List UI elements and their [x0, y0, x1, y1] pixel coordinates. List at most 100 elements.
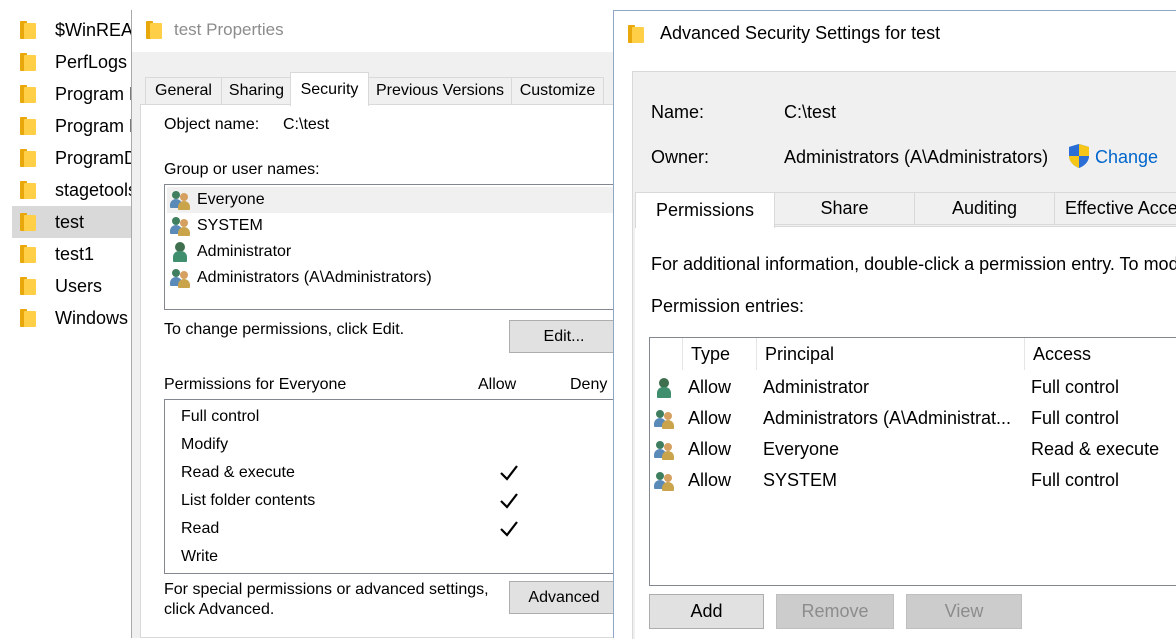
tab-label: Permissions — [655, 200, 755, 220]
permission-entries-list[interactable]: Type Principal Access Allow Administrato… — [649, 337, 1176, 586]
permission-row-write: Write — [181, 543, 611, 571]
nav-item-programdata[interactable]: ProgramData — [12, 142, 135, 174]
tab-auditing[interactable]: Auditing — [914, 192, 1055, 225]
user-row-everyone[interactable]: Everyone — [167, 187, 613, 213]
nav-item-label: stagetools — [55, 179, 135, 200]
user-row-administrators[interactable]: Administrators (A\Administrators) — [167, 265, 613, 291]
entry-principal: Administrators (A\Administrat... — [763, 408, 1012, 428]
edit-button[interactable]: Edit... — [509, 320, 618, 353]
special-permissions-hint-line2: click Advanced. — [164, 601, 275, 618]
permission-name: Write — [181, 548, 219, 565]
tab-sharing[interactable]: Sharing — [221, 77, 292, 104]
advanced-title-bar: Advanced Security Settings for test — [628, 23, 940, 44]
nav-item-users[interactable]: Users — [12, 270, 135, 302]
entry-type: Allow — [688, 377, 732, 397]
tab-customize[interactable]: Customize — [511, 77, 604, 104]
advanced-button[interactable]: Advanced — [509, 581, 618, 614]
nav-item-perflogs[interactable]: PerfLogs — [12, 46, 135, 78]
change-owner-link[interactable]: Change — [1095, 147, 1158, 168]
add-button[interactable]: Add — [649, 594, 764, 629]
nav-item-label: ProgramData — [55, 147, 135, 168]
tab-effective-access[interactable]: Effective Access — [1054, 192, 1176, 225]
folder-icon — [20, 309, 36, 327]
tab-previous-versions[interactable]: Previous Versions — [368, 77, 512, 104]
button-label: Add — [690, 601, 723, 621]
tab-label: Effective Access — [1065, 198, 1176, 218]
advanced-title: Advanced Security Settings for test — [660, 23, 941, 43]
permission-entry-row[interactable]: Allow SYSTEM Full control — [650, 465, 1176, 496]
folder-icon — [20, 53, 36, 71]
properties-title-bar: test Properties — [146, 20, 284, 40]
nav-item-label: Users — [55, 275, 103, 296]
permissions-for-label: Permissions for Everyone — [164, 376, 347, 393]
permissions-list[interactable]: Full control Modify Read & execute List … — [164, 399, 618, 574]
permission-name: Modify — [181, 436, 229, 453]
nav-item-label: test — [55, 211, 85, 232]
user-name: Administrators (A\Administrators) — [197, 269, 432, 286]
entry-principal: Everyone — [763, 439, 840, 459]
column-header-principal[interactable]: Principal — [756, 338, 1025, 370]
permission-entry-row[interactable]: Allow Administrators (A\Administrat... F… — [650, 403, 1176, 434]
nav-item-program-files-x86[interactable]: Program Files (x86) — [12, 110, 135, 142]
advanced-security-dialog: Advanced Security Settings for test Name… — [613, 10, 1176, 640]
column-header-access[interactable]: Access — [1024, 338, 1176, 370]
entry-type: Allow — [688, 408, 732, 428]
nav-item-label: Windows — [55, 307, 129, 328]
nav-item-label: test1 — [55, 243, 95, 264]
tab-label: General — [155, 82, 212, 99]
nav-item-test[interactable]: test — [12, 206, 135, 238]
permission-row-list-folder-contents: List folder contents — [181, 487, 611, 515]
allow-checkmark-icon — [500, 465, 518, 481]
folder-icon — [20, 85, 36, 103]
folder-icon — [20, 245, 36, 263]
remove-button[interactable]: Remove — [776, 594, 894, 629]
button-label: Edit... — [543, 327, 585, 345]
permission-name: Read & execute — [181, 464, 295, 481]
tab-security[interactable]: Security — [290, 72, 369, 106]
nav-item-windows[interactable]: Windows — [12, 302, 135, 334]
permission-name: Read — [181, 520, 220, 537]
group-users-icon — [654, 434, 676, 465]
single-user-icon — [170, 242, 192, 262]
tab-permissions[interactable]: Permissions — [635, 192, 775, 228]
nav-item-label: Program Files — [55, 83, 135, 104]
folder-icon — [20, 213, 36, 231]
advanced-body: Name: C:\test Owner: Administrators (A\A… — [632, 71, 1176, 640]
button-label: Remove — [801, 601, 869, 621]
nav-item-program-files[interactable]: Program Files — [12, 78, 135, 110]
nav-item-label: $WinREAgent — [55, 19, 135, 40]
single-user-icon — [654, 372, 676, 403]
nav-item-winreagent[interactable]: $WinREAgent — [12, 14, 135, 46]
folder-icon — [20, 21, 36, 39]
tab-share[interactable]: Share — [774, 192, 915, 225]
column-header-type[interactable]: Type — [682, 338, 757, 370]
special-permissions-hint-line1: For special permissions or advanced sett… — [164, 581, 489, 598]
user-names-listbox[interactable]: Everyone SYSTEM Administrator Administra… — [164, 184, 618, 310]
permission-entry-row[interactable]: Allow Administrator Full control — [650, 372, 1176, 403]
allow-column-header: Allow — [478, 376, 517, 393]
group-users-icon — [170, 216, 192, 236]
permission-row-read: Read — [181, 515, 611, 543]
security-tab-page: Object name: C:\test Group or user names… — [140, 104, 618, 638]
name-label: Name: — [651, 102, 705, 122]
view-button[interactable]: View — [906, 594, 1022, 629]
permission-entry-row[interactable]: Allow Everyone Read & execute — [650, 434, 1176, 465]
folder-icon — [20, 117, 36, 135]
nav-item-stagetools[interactable]: stagetools — [12, 174, 135, 206]
tab-label: Previous Versions — [375, 82, 505, 99]
entry-access: Read & execute — [1031, 439, 1160, 459]
user-row-administrator[interactable]: Administrator — [167, 239, 613, 265]
folder-icon — [20, 181, 36, 199]
permission-row-read-execute: Read & execute — [181, 459, 611, 487]
user-row-system[interactable]: SYSTEM — [167, 213, 613, 239]
group-users-icon — [654, 403, 676, 434]
tab-label: Sharing — [228, 82, 285, 99]
folder-icon — [20, 149, 36, 167]
entry-type: Allow — [688, 439, 732, 459]
group-users-icon — [170, 190, 192, 210]
nav-item-test1[interactable]: test1 — [12, 238, 135, 270]
group-users-icon — [654, 465, 676, 496]
object-name-value: C:\test — [283, 116, 330, 133]
uac-shield-icon — [1069, 144, 1089, 168]
tab-general[interactable]: General — [145, 77, 222, 104]
